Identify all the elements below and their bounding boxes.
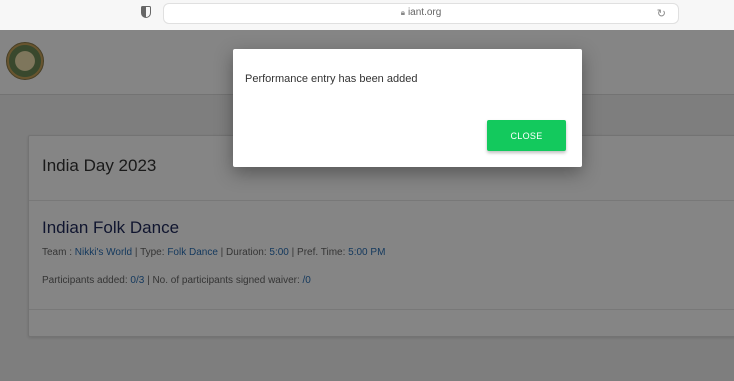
- address-bar[interactable]: 🔒︎ iant.org ↻: [163, 3, 679, 24]
- reload-icon[interactable]: ↻: [657, 7, 666, 20]
- dialog-message: Performance entry has been added: [245, 73, 418, 85]
- close-button[interactable]: CLOSE: [487, 120, 566, 151]
- confirmation-dialog: Performance entry has been added CLOSE: [233, 49, 582, 167]
- browser-toolbar: 🔒︎ iant.org ↻: [0, 0, 734, 31]
- lock-icon: 🔒︎: [400, 8, 405, 17]
- shield-icon[interactable]: [141, 6, 151, 18]
- url-display: 🔒︎ iant.org: [164, 7, 678, 18]
- url-text: iant.org: [407, 7, 442, 18]
